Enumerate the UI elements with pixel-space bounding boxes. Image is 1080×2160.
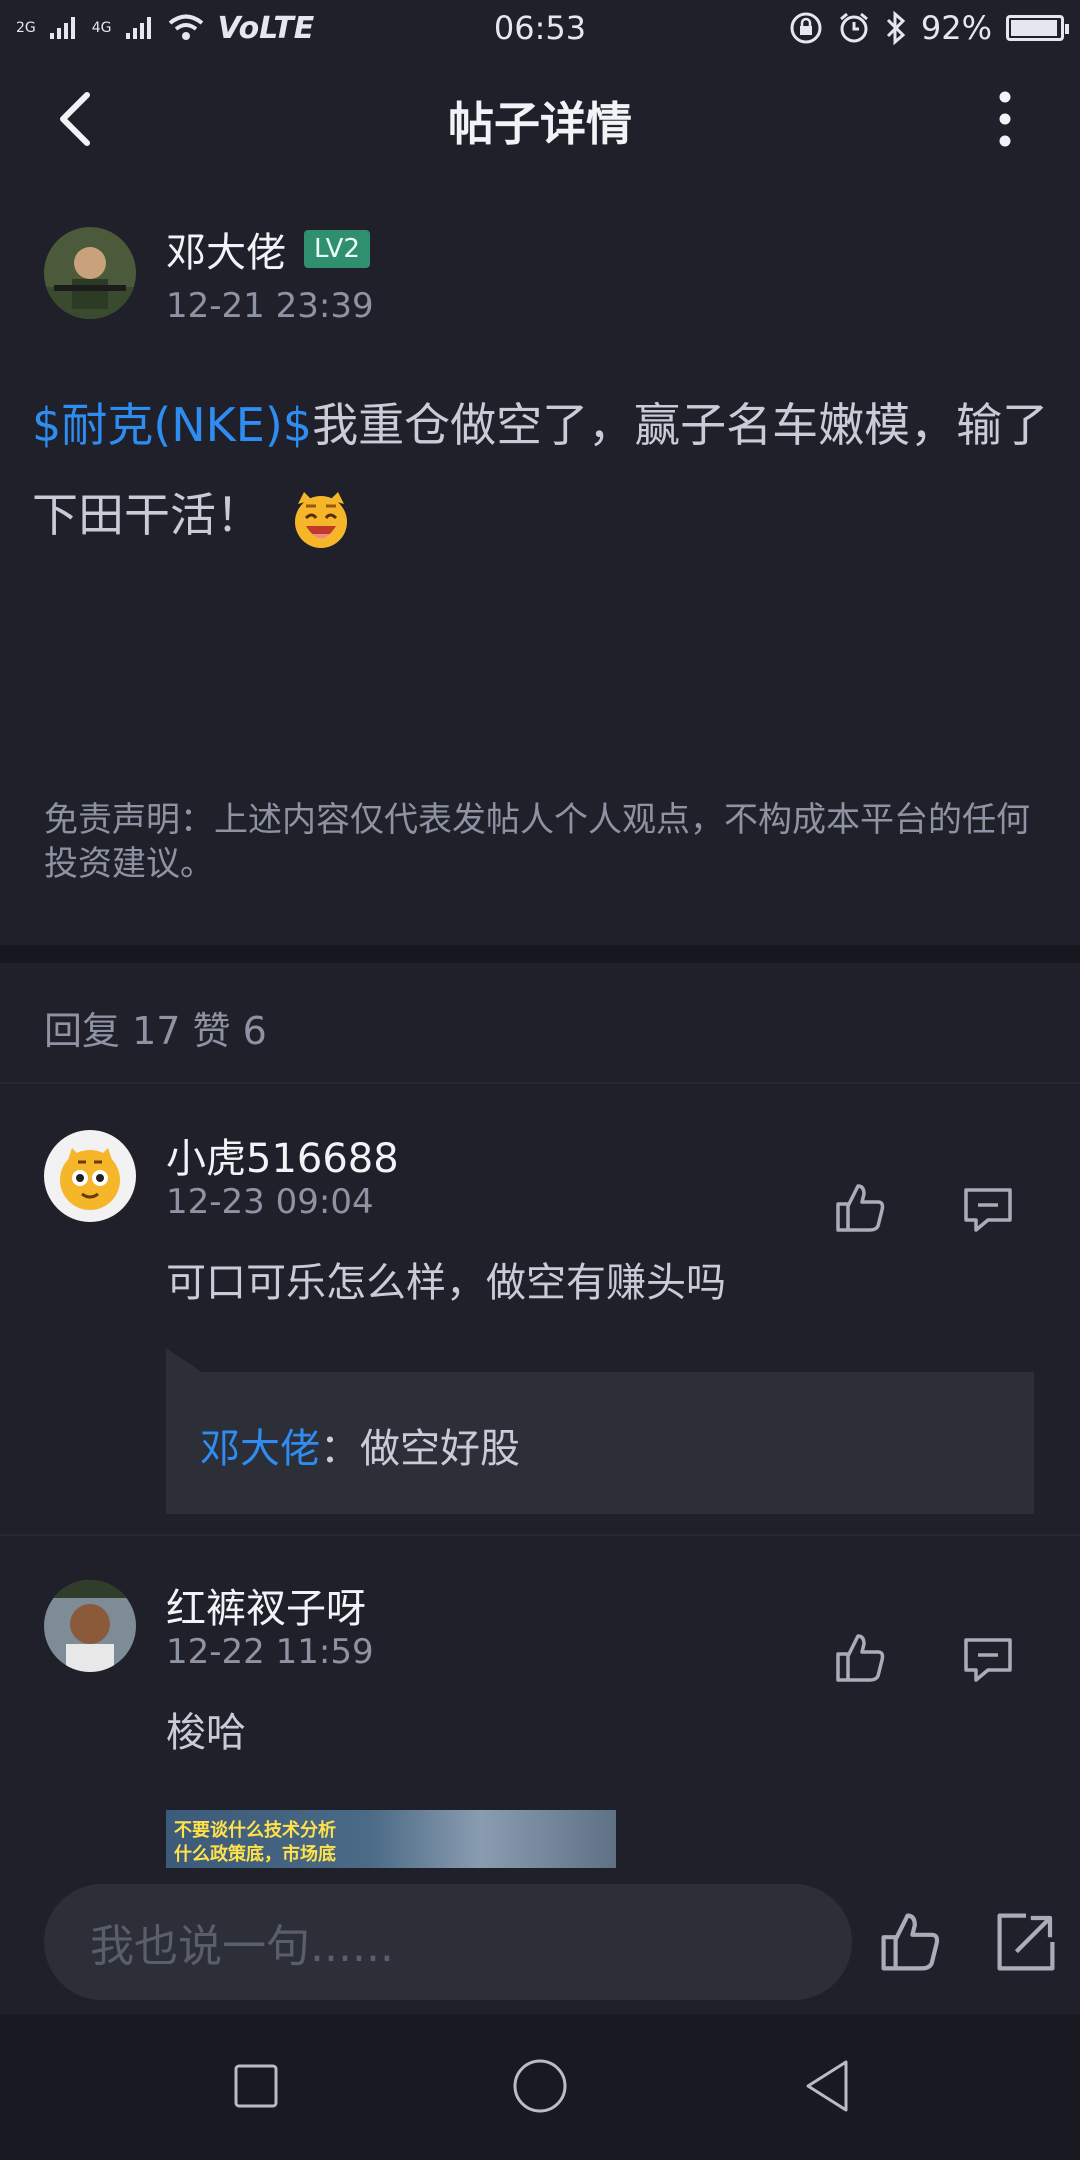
comment-image-caption: 什么政策底，市场底 (174, 1844, 336, 1865)
reply-icon (964, 1188, 1012, 1232)
back-button[interactable] (40, 84, 110, 154)
page-title: 帖子详情 (448, 97, 632, 151)
post-like-button[interactable] (874, 1906, 946, 1978)
comment-image-caption: 不要谈什么技术分析 (174, 1820, 336, 1841)
like-icon (881, 1913, 940, 1971)
stock-ticker-link[interactable]: $耐克(NKE)$ (32, 398, 312, 452)
commenter-avatar[interactable] (44, 1130, 136, 1222)
author-meta: 邓大佬 LV2 12-21 23:39 (166, 220, 374, 326)
signal-4g-indicator: 4G (91, 20, 112, 36)
status-left: 2G 4G VoLTE (16, 11, 314, 46)
disclaimer: 免责声明：上述内容仅代表发帖人个人观点，不构成本平台的任何投资建议。 (44, 800, 1030, 884)
reply-content: 邓大佬：做空好股 (200, 1416, 520, 1474)
reply-text: 做空好股 (360, 1426, 520, 1472)
home-button[interactable] (504, 2050, 576, 2122)
signal-bars-icon (49, 17, 75, 39)
nav-square-icon (234, 2064, 278, 2108)
stats-divider (0, 1082, 1080, 1084)
comment-time: 12-23 09:04 (166, 1182, 374, 1222)
comment-like-button[interactable] (830, 1628, 890, 1688)
author-avatar[interactable] (44, 227, 136, 319)
reply-author-link[interactable]: 邓大佬 (200, 1426, 320, 1472)
comment-image[interactable]: 不要谈什么技术分析 什么政策底，市场底 (166, 1810, 616, 1868)
signal-bars-icon (125, 17, 151, 39)
bluetooth-icon (886, 11, 906, 45)
tiger-emoji-icon (286, 484, 356, 554)
share-button[interactable] (990, 1906, 1062, 1978)
wifi-icon (168, 14, 203, 40)
share-icon (997, 1913, 1055, 1971)
comment-text: 可口可乐怎么样，做空有赚头吗 (166, 1260, 726, 1306)
battery-icon (1006, 15, 1069, 41)
status-bar: 2G 4G VoLTE 06:53 92% (0, 0, 1080, 56)
comment-reply-button[interactable] (958, 1628, 1018, 1688)
tiger-avatar-image (44, 1130, 136, 1222)
back-icon (60, 92, 90, 146)
post-body: $耐克(NKE)$我重仓做空了，赢子名车嫩模，输了下田干活！ (32, 380, 1056, 560)
comment-like-button[interactable] (830, 1178, 890, 1238)
commenter-avatar-image (44, 1580, 136, 1672)
comment-divider (0, 1534, 1080, 1536)
like-icon (836, 1184, 885, 1232)
top-bar: 帖子详情 (0, 56, 1080, 186)
alarm-icon (839, 12, 868, 43)
commenter-name[interactable]: 小虎516688 (166, 1126, 399, 1184)
rotation-lock-icon (790, 12, 822, 44)
status-right: 92% (789, 9, 1069, 47)
more-options-button[interactable] (970, 84, 1040, 154)
reply-icon (964, 1638, 1012, 1682)
commenter-avatar[interactable] (44, 1580, 136, 1672)
nav-back-triangle-icon (806, 2060, 848, 2112)
comment-text: 梭哈 (166, 1710, 246, 1756)
comment-input[interactable]: 我也说一句...... (44, 1884, 852, 2000)
signal-2g-indicator: 2G (16, 20, 36, 36)
author-name-row: 邓大佬 LV2 (166, 220, 374, 278)
like-icon (836, 1634, 885, 1682)
author-avatar-image (44, 227, 136, 319)
nav-circle-icon (513, 2059, 567, 2113)
post-author: 邓大佬 LV2 12-21 23:39 (44, 220, 374, 326)
reply-like-stats: 回复 17 赞 6 (44, 1009, 267, 1053)
recent-apps-button[interactable] (220, 2050, 292, 2122)
more-icon (999, 91, 1011, 147)
battery-percent: 92% (920, 9, 992, 47)
reply-separator: ： (320, 1426, 360, 1472)
system-back-button[interactable] (794, 2050, 866, 2122)
commenter-name[interactable]: 红裤衩子呀 (166, 1576, 366, 1634)
post-time: 12-21 23:39 (166, 286, 374, 326)
comment-time: 12-22 11:59 (166, 1632, 374, 1672)
comment-reply-button[interactable] (958, 1178, 1018, 1238)
volte-indicator: VoLTE (217, 10, 315, 46)
reply-notch (166, 1348, 202, 1372)
level-badge: LV2 (304, 230, 370, 268)
system-nav-bar (0, 2014, 1080, 2160)
reply-quote[interactable]: 邓大佬：做空好股 (166, 1348, 1034, 1514)
comment-input-bar: 我也说一句...... (0, 1882, 1080, 2014)
author-name[interactable]: 邓大佬 (166, 220, 286, 278)
section-divider (0, 945, 1080, 963)
